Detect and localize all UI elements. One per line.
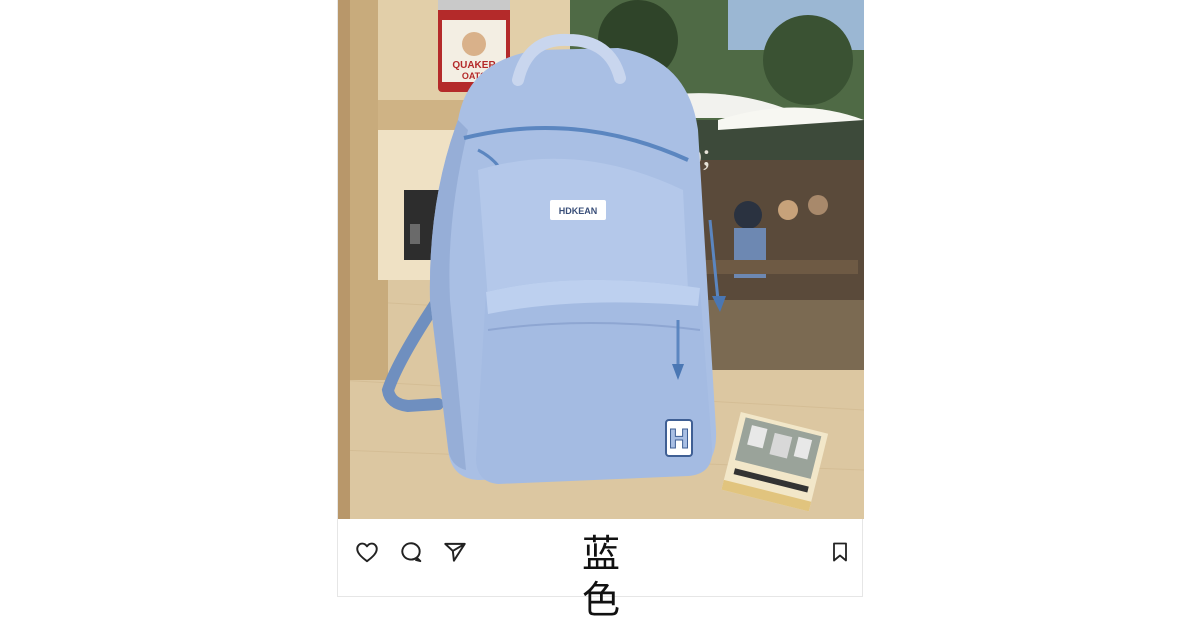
post-photo[interactable]: QUAKER OATS b; — [338, 0, 864, 519]
post-action-bar: 蓝 色 — [338, 519, 864, 622]
share-button[interactable] — [440, 537, 470, 567]
bookmark-icon — [833, 542, 847, 562]
save-button[interactable] — [825, 537, 855, 567]
like-button[interactable] — [352, 537, 382, 567]
post-caption: 蓝 色 — [581, 532, 650, 622]
comment-icon — [401, 542, 422, 563]
h-emblem-letter: H — [668, 425, 690, 455]
comment-button[interactable] — [396, 537, 426, 567]
post-card: QUAKER OATS b; — [337, 0, 864, 622]
brand-patch-text: HDKEAN — [559, 206, 598, 216]
heart-icon — [356, 542, 378, 563]
send-icon — [444, 542, 466, 562]
